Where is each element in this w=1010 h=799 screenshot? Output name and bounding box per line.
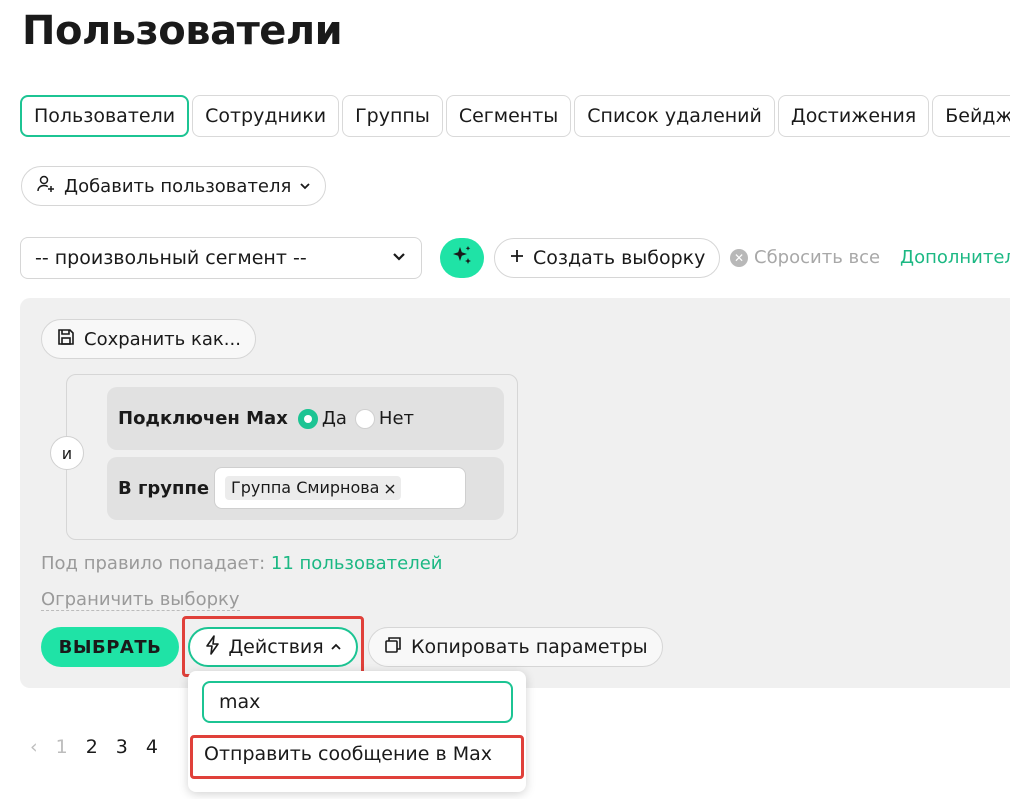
- page-title: Пользователи: [22, 8, 343, 54]
- group-multiselect-input[interactable]: Группа Смирнова: [214, 467, 466, 509]
- tab-badges[interactable]: Бейджи: [932, 95, 1010, 137]
- plus-icon: [509, 247, 525, 269]
- tab-groups[interactable]: Группы: [342, 95, 443, 137]
- radio-no[interactable]: Нет: [354, 408, 415, 429]
- tab-users[interactable]: Пользователи: [20, 95, 190, 137]
- tab-achievements[interactable]: Достижения: [777, 95, 930, 137]
- radio-unchecked-icon: [354, 408, 375, 429]
- copy-params-button[interactable]: Копировать параметры: [368, 627, 663, 667]
- menu-item-send-max-message[interactable]: Отправить сообщение в Max: [204, 743, 492, 765]
- reset-all-button[interactable]: ✕ Сбросить все: [730, 247, 880, 268]
- match-count-link[interactable]: 11 пользователей: [271, 553, 443, 574]
- radio-yes-label: Да: [321, 408, 347, 429]
- tab-employees[interactable]: Сотрудники: [192, 95, 340, 137]
- actions-dropdown: Отправить сообщение в Max: [188, 671, 526, 792]
- reset-all-label: Сбросить все: [754, 247, 881, 268]
- copy-params-label: Копировать параметры: [411, 636, 648, 658]
- radio-checked-icon: [297, 408, 318, 429]
- create-selection-button[interactable]: Создать выборку: [494, 238, 721, 278]
- ai-sparkle-button[interactable]: [440, 238, 484, 278]
- page-4[interactable]: 4: [146, 736, 158, 758]
- tab-segments[interactable]: Сегменты: [445, 95, 572, 137]
- user-plus-icon: [36, 174, 56, 199]
- chevron-down-icon: [391, 247, 407, 269]
- add-user-button[interactable]: Добавить пользователя: [21, 166, 327, 206]
- radio-yes[interactable]: Да: [297, 408, 347, 429]
- match-prefix: Под правило попадает:: [41, 553, 266, 574]
- group-chip: Группа Смирнова: [225, 476, 402, 500]
- create-selection-label: Создать выборку: [533, 247, 706, 269]
- select-button[interactable]: ВЫБРАТЬ: [41, 627, 179, 667]
- chevron-down-icon: [299, 176, 311, 197]
- rule-label: Подключен Max: [118, 408, 288, 429]
- copy-icon: [383, 635, 403, 660]
- page-3[interactable]: 3: [116, 736, 128, 758]
- save-as-button[interactable]: Сохранить как...: [41, 319, 256, 359]
- match-summary: Под правило попадает: 11 пользователей: [41, 553, 443, 574]
- logic-operator-toggle[interactable]: и: [50, 436, 84, 470]
- tabs: Пользователи Сотрудники Группы Сегменты …: [20, 95, 1010, 137]
- radio-no-label: Нет: [378, 408, 415, 429]
- save-as-label: Сохранить как...: [84, 328, 241, 350]
- group-chip-label: Группа Смирнова: [231, 478, 380, 497]
- tab-deletion-list[interactable]: Список удалений: [574, 95, 775, 137]
- limit-selection-link[interactable]: Ограничить выборку: [41, 589, 240, 611]
- remove-chip-icon[interactable]: [385, 476, 395, 500]
- advanced-link[interactable]: Дополнительно: [900, 247, 1010, 268]
- actions-search-input[interactable]: [202, 681, 513, 723]
- floppy-disk-icon: [56, 327, 76, 352]
- prev-page-icon[interactable]: ‹: [30, 736, 38, 758]
- rule-label: В группе: [118, 478, 210, 499]
- close-icon: ✕: [730, 248, 748, 267]
- rule-max-connected: Подключен Max Да Нет: [107, 387, 504, 450]
- page-2[interactable]: 2: [86, 736, 98, 758]
- pagination: ‹ 1 2 3 4: [30, 736, 158, 758]
- actions-highlight-frame: [182, 616, 364, 677]
- segment-select[interactable]: -- произвольный сегмент --: [20, 237, 422, 279]
- segment-select-value: -- произвольный сегмент --: [35, 247, 307, 269]
- add-user-label: Добавить пользователя: [64, 175, 292, 197]
- page-1[interactable]: 1: [56, 736, 68, 758]
- sparkle-icon: [449, 243, 475, 273]
